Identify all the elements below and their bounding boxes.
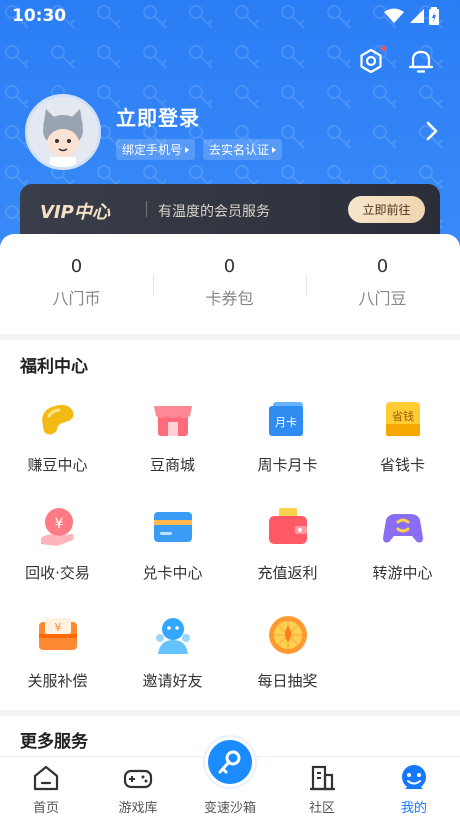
grid-label: 豆商城 — [149, 456, 195, 474]
saving-card-icon: 省钱 — [385, 402, 420, 436]
real-name-link[interactable]: 去实名认证 — [203, 139, 283, 160]
yen-hand-icon: ¥ — [40, 508, 74, 546]
svg-text:¥: ¥ — [54, 516, 63, 532]
bind-phone-link[interactable]: 绑定手机号 — [116, 139, 196, 160]
shop-icon — [153, 406, 192, 436]
grid-item-earn-beans[interactable]: 赚豆中心 — [0, 396, 115, 496]
welfare-center: 福利中心 赚豆中心 豆商城 月卡 周卡月卡 省钱 省钱卡 ¥ 回收·交易 兑卡中… — [0, 340, 460, 710]
grid-item-recharge-rebate[interactable]: 充值返利 — [230, 504, 345, 604]
invite-friends-icon — [155, 618, 190, 654]
grid-item-daily-lottery[interactable]: 每日抽奖 — [230, 612, 345, 712]
tab-label: 社区 — [308, 801, 335, 816]
grid-item-recycle-trade[interactable]: ¥ 回收·交易 — [0, 504, 115, 604]
wallet-stats-card: 0 八门币 0 卡券包 0 八门豆 — [0, 234, 460, 334]
saving-badge: 省钱 — [392, 409, 414, 423]
grid-item-week-month-card[interactable]: 月卡 周卡月卡 — [230, 396, 345, 496]
grid-label: 邀请好友 — [142, 672, 203, 690]
vip-logo: VIP中心 — [40, 202, 110, 223]
grid-item-server-compensation[interactable]: ¥ 关服补偿 — [0, 612, 115, 712]
status-icons — [384, 7, 440, 25]
tab-label: 变速沙箱 — [203, 801, 256, 816]
grid-label: 省钱卡 — [379, 456, 425, 474]
real-name-label: 去实名认证 — [209, 143, 270, 157]
battery-icon — [429, 7, 439, 25]
stat-value: 0 — [223, 256, 236, 277]
vip-divider — [146, 201, 147, 217]
grid-item-bean-shop[interactable]: 豆商城 — [115, 396, 230, 496]
tab-label: 游戏库 — [118, 801, 158, 816]
stat-label: 卡券包 — [205, 289, 254, 308]
wifi-icon — [384, 8, 404, 23]
grid-label: 回收·交易 — [25, 564, 90, 582]
wallet-icon — [268, 508, 307, 544]
stat-value: 0 — [70, 256, 83, 277]
smiley-icon — [402, 765, 426, 789]
compensation-icon: ¥ — [38, 618, 77, 650]
stat-beans[interactable]: 0 八门豆 — [306, 256, 459, 309]
vip-description: 有温度的会员服务 — [158, 204, 270, 220]
gamepad-icon — [382, 514, 423, 543]
lottery-wheel-icon — [268, 616, 307, 654]
tab-label: 我的 — [400, 801, 427, 816]
section-title: 福利中心 — [20, 357, 88, 377]
grid-item-saving-card[interactable]: 省钱 省钱卡 — [345, 396, 460, 496]
grid-label: 转游中心 — [372, 564, 433, 582]
tab-game-library[interactable]: 游戏库 — [92, 763, 184, 816]
grid-item-transfer-game[interactable]: 转游中心 — [345, 504, 460, 604]
tab-label: 首页 — [32, 801, 59, 816]
settings-button[interactable] — [354, 44, 388, 78]
grid-label: 充值返利 — [257, 564, 318, 582]
vip-go-button[interactable]: 立即前往 — [348, 196, 425, 223]
card-badge: 月卡 — [275, 416, 297, 429]
tab-home[interactable]: 首页 — [0, 763, 92, 816]
avatar[interactable] — [25, 94, 101, 170]
bind-phone-label: 绑定手机号 — [122, 143, 183, 157]
cat-avatar-icon — [28, 97, 98, 167]
svg-text:¥: ¥ — [54, 621, 61, 634]
signal-icon — [410, 9, 424, 23]
bean-icon — [41, 404, 73, 435]
bank-card-icon — [153, 512, 192, 542]
grid-label: 赚豆中心 — [27, 456, 88, 474]
bell-icon — [408, 50, 434, 73]
card-icon: 月卡 — [268, 402, 303, 436]
notifications-button[interactable] — [404, 44, 438, 78]
grid-label: 周卡月卡 — [257, 456, 318, 474]
home-icon — [33, 765, 59, 791]
building-icon — [310, 765, 335, 791]
grid-label: 每日抽奖 — [257, 672, 318, 690]
tab-community[interactable]: 社区 — [276, 763, 368, 816]
triangle-right-icon — [272, 146, 277, 153]
gamepad-outline-icon — [123, 769, 153, 789]
stat-coins[interactable]: 0 八门币 — [0, 256, 153, 309]
login-title[interactable]: 立即登录 — [116, 102, 200, 131]
key-icon — [218, 750, 241, 774]
tab-mine[interactable]: 我的 — [368, 763, 460, 816]
stat-label: 八门豆 — [358, 289, 407, 308]
status-bar: 10:30 — [0, 0, 460, 32]
grid-item-invite-friends[interactable]: 邀请好友 — [115, 612, 230, 712]
section-title: 更多服务 — [20, 732, 88, 752]
stat-value: 0 — [376, 256, 389, 277]
triangle-right-icon — [185, 146, 190, 153]
status-time: 10:30 — [12, 6, 67, 26]
stat-label: 八门币 — [52, 289, 101, 308]
profile-links: 绑定手机号 去实名认证 — [116, 139, 283, 160]
grid-label: 兑卡中心 — [142, 564, 203, 582]
grid-item-card-exchange[interactable]: 兑卡中心 — [115, 504, 230, 604]
sandbox-button[interactable] — [205, 737, 255, 787]
stat-coupons[interactable]: 0 卡券包 — [153, 256, 306, 309]
notification-dot — [380, 45, 387, 52]
chevron-right-icon[interactable] — [422, 119, 442, 143]
grid-label: 关服补偿 — [27, 672, 88, 690]
